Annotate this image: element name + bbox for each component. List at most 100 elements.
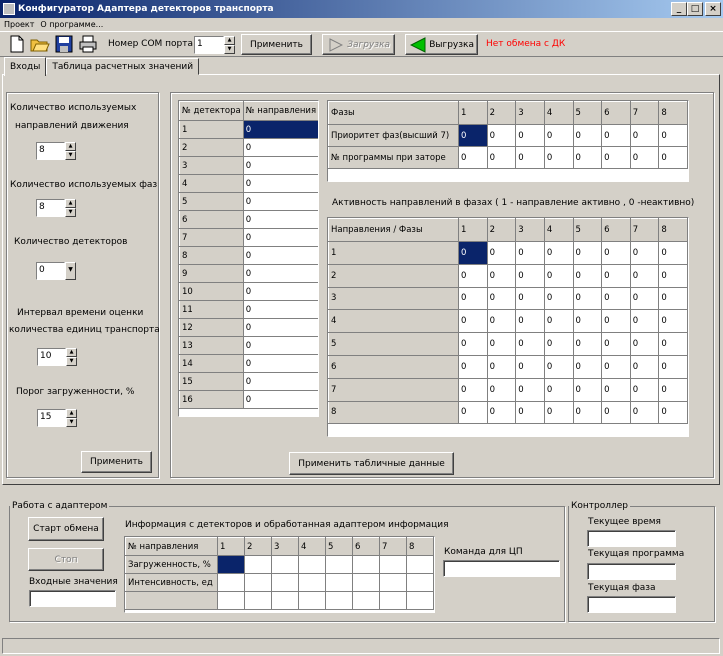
activity-cell[interactable]: 0 [601,332,631,356]
spin-up-icon[interactable]: ▲ [65,142,76,151]
activity-cell[interactable]: 0 [458,332,488,356]
directions-value[interactable]: 8 [36,142,65,160]
interval-value[interactable]: 10 [37,348,66,366]
phases-cell[interactable]: 0 [658,146,688,169]
phases-cell[interactable]: 0 [601,124,631,147]
menu-project[interactable]: Проект [4,20,34,29]
spin-down-icon[interactable]: ▼ [66,418,77,427]
activity-cell[interactable]: 0 [458,309,488,334]
direction-cell[interactable]: 0 [242,210,318,229]
activity-cell[interactable]: 0 [486,309,517,334]
phases-cell[interactable]: 0 [629,146,660,169]
directions-stepper[interactable]: 8 ▲ ▼ [36,142,76,160]
activity-cell[interactable]: 0 [601,354,631,379]
phases-cell[interactable]: 0 [458,146,488,169]
spin-up-icon[interactable]: ▲ [65,199,76,208]
phases-cell[interactable]: 0 [515,124,545,147]
info-cell[interactable] [271,555,299,574]
activity-cell[interactable]: 0 [458,354,488,379]
current-time-field[interactable] [587,530,676,547]
activity-cell[interactable]: 0 [458,286,488,311]
activity-cell[interactable]: 0 [515,241,545,265]
info-cell[interactable] [244,573,272,592]
activity-cell[interactable]: 0 [543,286,574,311]
detectors-value[interactable]: 0 [36,262,65,280]
upload-button[interactable]: Выгрузка [405,34,478,55]
phases-cell[interactable]: 0 [515,146,545,169]
minimize-button[interactable]: _ [671,2,687,16]
cmd-field[interactable] [443,560,560,577]
phases-value[interactable]: 8 [36,199,65,217]
activity-cell[interactable]: 0 [515,354,545,379]
activity-cell[interactable]: 0 [543,400,574,425]
activity-cell[interactable]: 0 [486,377,517,402]
new-file-icon[interactable] [6,33,28,55]
direction-cell[interactable]: 0 [242,156,318,175]
activity-cell[interactable]: 0 [486,263,517,288]
phases-cell[interactable]: 0 [458,124,488,147]
detectors-select[interactable]: 0 ▼ [36,262,76,280]
chevron-down-icon[interactable]: ▼ [65,262,76,280]
activity-cell[interactable]: 0 [486,354,517,379]
info-cell[interactable] [379,573,407,592]
maximize-button[interactable]: □ [687,2,703,16]
apply-settings-button[interactable]: Применить [81,451,152,473]
activity-cell[interactable]: 0 [572,241,603,265]
direction-cell[interactable]: 0 [242,138,318,157]
info-cell[interactable] [298,555,326,574]
phases-cell[interactable]: 0 [543,124,574,147]
activity-cell[interactable]: 0 [658,377,688,402]
input-values-field[interactable] [29,590,116,607]
info-cell[interactable] [271,573,299,592]
apply-table-button[interactable]: Применить табличные данные [289,452,454,475]
activity-cell[interactable]: 0 [658,241,688,265]
info-cell[interactable] [217,591,245,610]
info-cell[interactable] [244,591,272,610]
activity-cell[interactable]: 0 [601,400,631,425]
info-cell[interactable] [379,555,407,574]
spin-down-icon[interactable]: ▼ [66,357,77,366]
stop-button[interactable]: Стоп [28,548,104,571]
direction-cell[interactable]: 0 [242,336,318,355]
activity-cell[interactable]: 0 [658,400,688,425]
phases-cell[interactable]: 0 [629,124,660,147]
save-icon[interactable] [53,33,75,55]
activity-cell[interactable]: 0 [458,377,488,402]
activity-cell[interactable]: 0 [515,263,545,288]
activity-cell[interactable]: 0 [543,332,574,356]
activity-cell[interactable]: 0 [515,332,545,356]
activity-cell[interactable]: 0 [629,309,660,334]
activity-cell[interactable]: 0 [458,400,488,425]
tab-inputs[interactable]: Входы [4,57,47,76]
start-exchange-button[interactable]: Старт обмена [28,517,104,541]
spin-up-icon[interactable]: ▲ [66,409,77,418]
phases-cell[interactable]: 0 [572,124,603,147]
direction-cell[interactable]: 0 [242,192,318,211]
phases-cell[interactable]: 0 [486,146,517,169]
direction-cell[interactable]: 0 [242,174,318,193]
phases-cell[interactable]: 0 [543,146,574,169]
direction-cell[interactable]: 0 [242,264,318,283]
spin-down-icon[interactable]: ▼ [65,151,76,160]
info-cell[interactable] [406,573,434,592]
activity-cell[interactable]: 0 [572,286,603,311]
direction-cell[interactable]: 0 [242,354,318,373]
activity-cell[interactable]: 0 [601,263,631,288]
activity-cell[interactable]: 0 [658,354,688,379]
menu-about[interactable]: О программе... [40,20,103,29]
phases-cell[interactable]: 0 [572,146,603,169]
activity-cell[interactable]: 0 [601,241,631,265]
info-cell[interactable] [352,573,380,592]
activity-cell[interactable]: 0 [543,263,574,288]
info-cell[interactable] [271,591,299,610]
threshold-stepper[interactable]: 15 ▲ ▼ [37,409,77,427]
direction-cell[interactable]: 0 [242,282,318,301]
activity-cell[interactable]: 0 [486,332,517,356]
tab-calculated[interactable]: Таблица расчетных значений [46,58,200,75]
activity-cell[interactable]: 0 [572,263,603,288]
info-cell[interactable] [352,555,380,574]
print-icon[interactable] [77,33,99,55]
apply-com-button[interactable]: Применить [241,34,312,55]
activity-cell[interactable]: 0 [543,354,574,379]
direction-cell[interactable]: 0 [242,300,318,319]
